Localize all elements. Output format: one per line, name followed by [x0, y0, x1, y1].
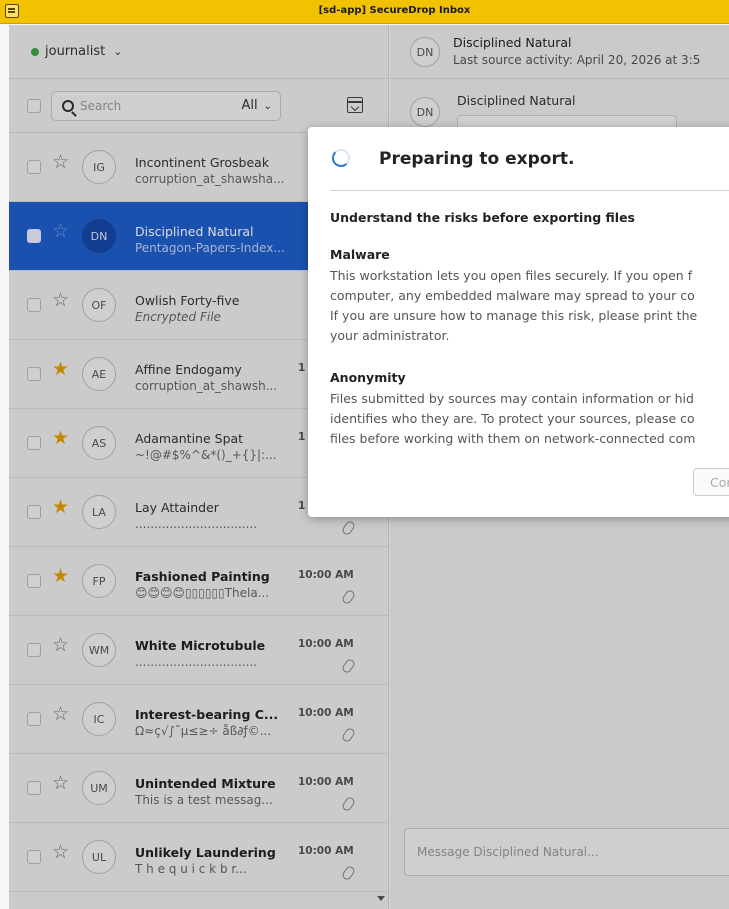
malware-text-line: This workstation lets you open files sec…: [330, 268, 693, 283]
divider: [330, 190, 729, 191]
anonymity-text-line: identifies who they are. To protect your…: [330, 411, 695, 426]
spinner-icon: [332, 149, 350, 167]
malware-text-line: your administrator.: [330, 328, 450, 343]
dialog-heading: Understand the risks before exporting fi…: [330, 210, 635, 225]
continue-button[interactable]: Cor: [693, 468, 729, 496]
anonymity-text-line: Files submitted by sources may contain i…: [330, 391, 694, 406]
malware-title: Malware: [330, 247, 390, 262]
malware-text-line: computer, any embedded malware may sprea…: [330, 288, 695, 303]
window-titlebar: [sd-app] SecureDrop Inbox: [0, 0, 729, 24]
malware-text-line: If you are unsure how to manage this ris…: [330, 308, 698, 323]
dialog-title: Preparing to export.: [379, 149, 575, 169]
anonymity-title: Anonymity: [330, 370, 406, 385]
export-dialog: Preparing to export. Understand the risk…: [308, 127, 729, 517]
window-title: [sd-app] SecureDrop Inbox: [318, 5, 471, 16]
anonymity-text-line: files before working with them on networ…: [330, 431, 696, 446]
